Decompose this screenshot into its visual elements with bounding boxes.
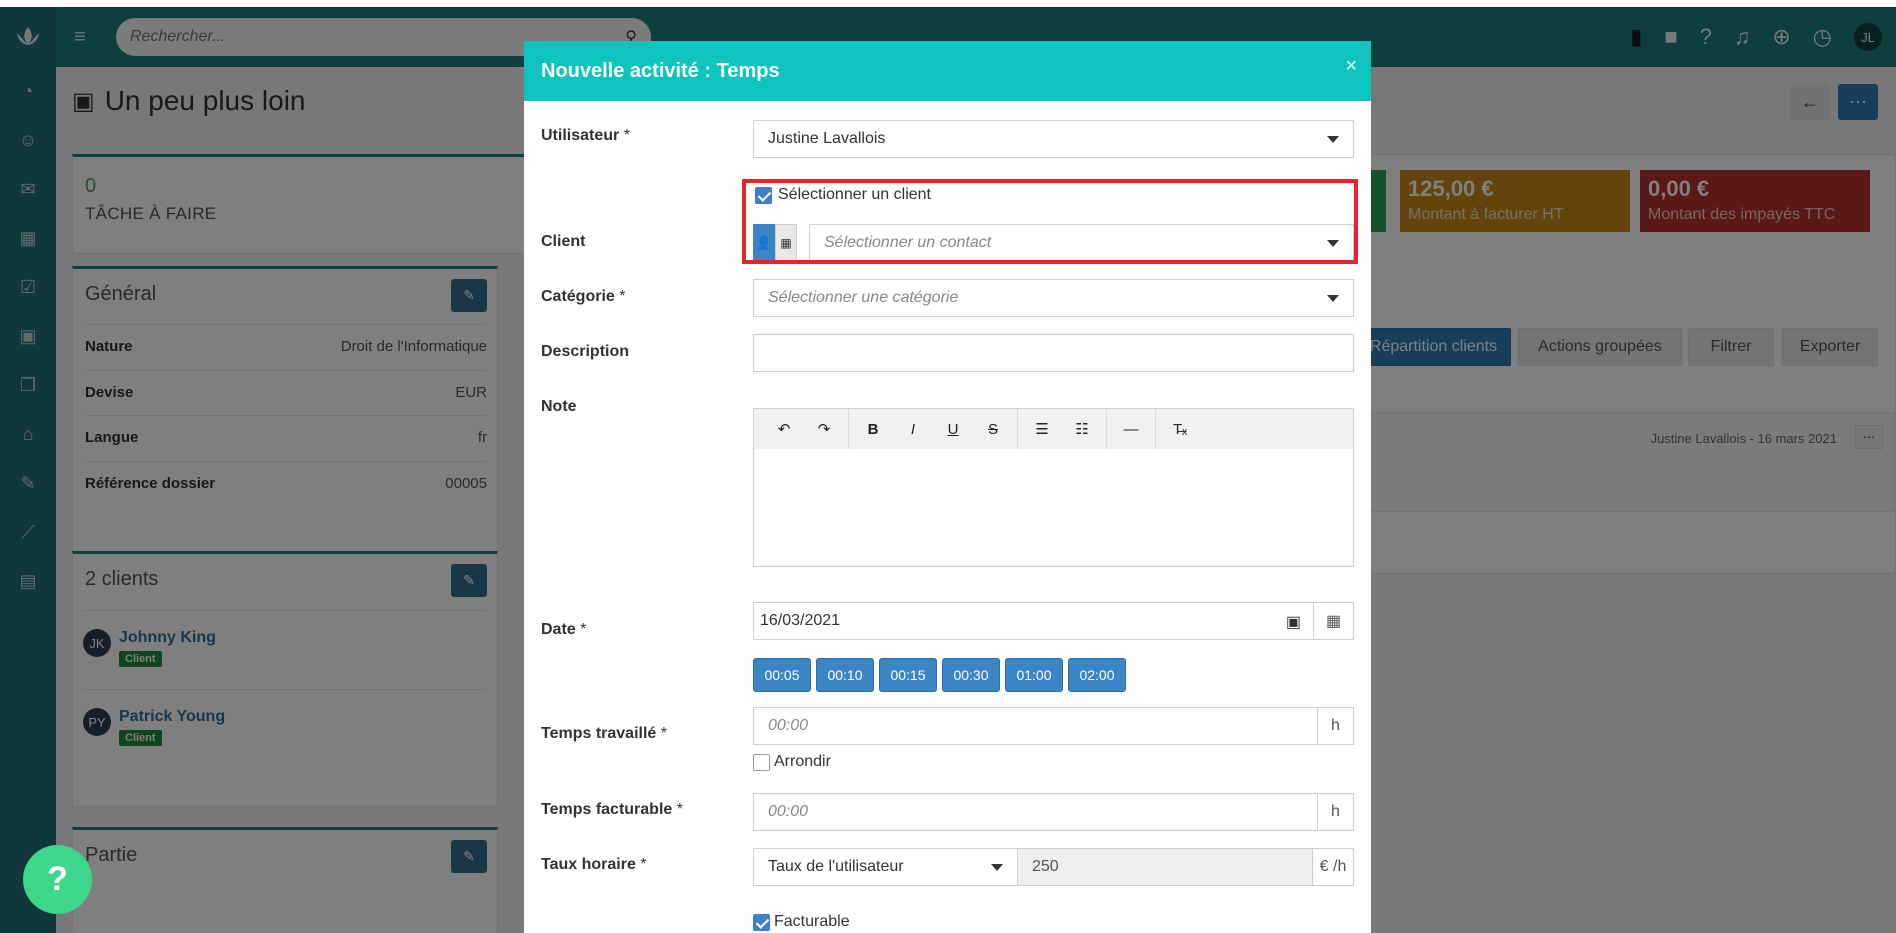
temps-facturable-placeholder: 00:00 (768, 803, 809, 820)
quick-time-button[interactable]: 01:00 (1005, 658, 1063, 692)
categorie-placeholder: Sélectionner une catégorie (768, 289, 959, 306)
quick-time-button[interactable]: 00:30 (942, 658, 1000, 692)
clear-format-icon[interactable]: T̶ₓ (1160, 409, 1200, 449)
facturable-toggle[interactable]: Facturable (753, 913, 850, 931)
temps-travaille-placeholder: 00:00 (768, 717, 809, 734)
categorie-select[interactable]: Sélectionner une catégorie (753, 279, 1354, 317)
utilisateur-label: Utilisateur * (541, 127, 630, 144)
client-label: Client (541, 233, 586, 250)
temps-facturable-input[interactable]: 00:00 (753, 793, 1318, 831)
date-input[interactable]: 16/03/2021 ▣ (753, 602, 1314, 640)
arrondir-toggle[interactable]: Arrondir (753, 753, 831, 771)
strikethrough-icon[interactable]: S (973, 409, 1013, 449)
toolbar-divider (848, 408, 849, 450)
taux-horaire-select-value: Taux de l'utilisateur (768, 858, 904, 875)
quick-time-button[interactable]: 02:00 (1068, 658, 1126, 692)
taux-horaire-unit: € /h (1312, 848, 1354, 886)
categorie-label: Catégorie * (541, 288, 626, 305)
taux-horaire-input[interactable]: 250 (1017, 848, 1313, 886)
select-client-checkbox[interactable] (755, 186, 772, 204)
temps-travaille-unit: h (1317, 707, 1354, 745)
taux-horaire-value: 250 (1032, 858, 1059, 875)
temps-travaille-label: Temps travaillé * (541, 725, 667, 742)
modal-title: Nouvelle activité : Temps (541, 59, 780, 82)
quick-time-button[interactable]: 00:10 (816, 658, 874, 692)
quick-time-button[interactable]: 00:05 (753, 658, 811, 692)
redo-icon[interactable]: ↷ (804, 409, 844, 449)
toolbar-divider (1106, 408, 1107, 450)
description-label: Description (541, 343, 630, 360)
note-editor[interactable] (753, 449, 1354, 567)
arrondir-checkbox[interactable] (753, 753, 770, 771)
bullet-list-icon[interactable]: ☰ (1022, 409, 1062, 449)
chevron-down-icon (1327, 136, 1339, 143)
taux-horaire-label: Taux horaire * (541, 856, 647, 873)
contact-select[interactable]: Sélectionner un contact (809, 224, 1354, 262)
horizontal-rule-icon[interactable]: ― (1111, 409, 1151, 449)
date-value: 16/03/2021 (760, 612, 841, 629)
contact-placeholder: Sélectionner un contact (824, 234, 992, 251)
date-picker-icon[interactable]: ▣ (1286, 612, 1301, 632)
client-type-company[interactable]: ▦ (775, 224, 797, 262)
chevron-down-icon (991, 864, 1003, 871)
toolbar-divider (1155, 408, 1156, 450)
utilisateur-value: Justine Lavallois (768, 130, 886, 147)
chevron-down-icon (1327, 295, 1339, 302)
client-type-person[interactable]: 👤 (753, 224, 775, 262)
temps-travaille-input[interactable]: 00:00 (753, 707, 1318, 745)
select-client-toggle[interactable]: Sélectionner un client (755, 186, 931, 204)
bold-icon[interactable]: B (853, 409, 893, 449)
calendar-icon[interactable]: ▦ (1313, 602, 1354, 640)
utilisateur-select[interactable]: Justine Lavallois (753, 120, 1354, 158)
taux-horaire-select[interactable]: Taux de l'utilisateur (753, 848, 1018, 886)
new-activity-modal: Nouvelle activité : Temps × Utilisateur … (524, 41, 1371, 933)
arrondir-label: Arrondir (774, 753, 831, 770)
italic-icon[interactable]: I (893, 409, 933, 449)
select-client-label: Sélectionner un client (778, 186, 931, 203)
undo-icon[interactable]: ↶ (764, 409, 804, 449)
modal-header: Nouvelle activité : Temps × (524, 41, 1371, 101)
underline-icon[interactable]: U (933, 409, 973, 449)
description-input[interactable] (753, 334, 1354, 372)
toolbar-divider (1017, 408, 1018, 450)
facturable-label: Facturable (774, 913, 850, 930)
date-label: Date * (541, 621, 587, 638)
facturable-checkbox[interactable] (753, 913, 770, 931)
note-label: Note (541, 398, 577, 415)
quick-time-button[interactable]: 00:15 (879, 658, 937, 692)
note-toolbar: ↶ ↷ B I U S ☰ ☷ ― T̶ₓ (753, 408, 1354, 450)
help-button[interactable]: ? (23, 845, 92, 914)
temps-facturable-unit: h (1317, 793, 1354, 831)
chevron-down-icon (1327, 240, 1339, 247)
temps-facturable-label: Temps facturable * (541, 801, 683, 818)
close-icon[interactable]: × (1345, 55, 1357, 78)
numbered-list-icon[interactable]: ☷ (1062, 409, 1102, 449)
